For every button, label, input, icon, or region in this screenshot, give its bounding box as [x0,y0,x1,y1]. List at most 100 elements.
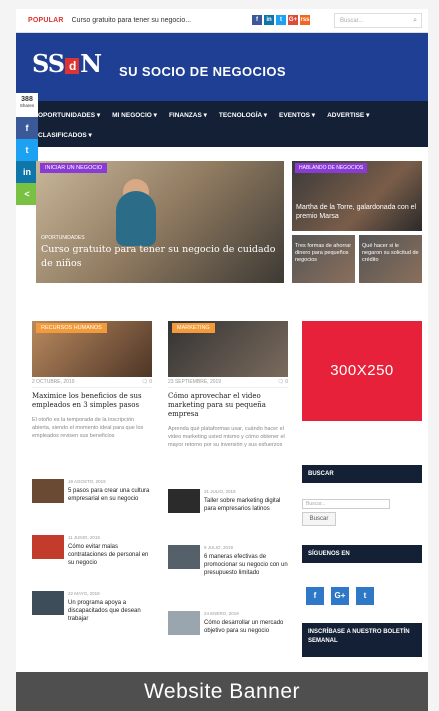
facebook-icon[interactable]: f [306,587,324,605]
site-header: SS d N SU SOCIO DE NEGOCIOS [16,33,428,101]
list-item-thumb [168,611,200,635]
nav-item-r1-0[interactable]: OPORTUNIDADES ▾ [38,111,100,119]
popular-ticker-link[interactable]: Curso gratuito para tener su negocio... [72,17,191,24]
caption-banner: Website Banner [16,672,428,711]
comment-count: 🗨 0 [277,379,288,385]
list-item-date: 22 MAYO, 2019 [68,591,100,596]
nav-item-r1-5[interactable]: ADVERTISE ▾ [327,111,369,119]
side-category-badge[interactable]: HABLANDO DE NEGOCIOS [295,163,368,173]
nav-item-r1-3[interactable]: TECNOLOGÍA ▾ [219,111,267,119]
list-item-thumb [32,591,64,615]
sidebar-search-button[interactable]: Buscar [302,512,336,526]
article-excerpt: Aprenda qué plataformas usar, cuándo hac… [168,426,285,448]
list-item-thumb [168,545,200,569]
list-item-title[interactable]: Cómo evitar malas contrataciones de pers… [68,543,156,567]
share-count-label: Shares [19,103,35,108]
list-item-title[interactable]: Taller sobre marketing digital para empr… [204,497,292,513]
article-title[interactable]: Maximice los beneficios de sus empleados… [32,392,152,410]
article-date: 2 OCTUBRE, 2019 [32,379,75,385]
list-item-title[interactable]: 5 pasos para crear una cultura empresari… [68,487,156,503]
side-small-article-2[interactable]: Qué hacer si le negaron su solicitud de … [359,235,422,283]
popular-label: POPULAR [28,17,64,24]
article-title[interactable]: Cómo aprovechar el video marketing para … [168,392,288,419]
twitter-icon[interactable]: t [16,139,38,161]
linkedin-icon[interactable]: in [16,161,38,183]
logo-text-right: N [80,49,102,78]
twitter-icon[interactable]: t [356,587,374,605]
side-featured-article[interactable]: HABLANDO DE NEGOCIOS Martha de la Torre,… [292,161,422,231]
list-item[interactable]: 31 JULIO, 2019 Taller sobre marketing di… [168,489,292,529]
top-search-input[interactable]: Buscar... ⌕ [334,13,422,28]
logo-text-left: SS [32,49,65,78]
nav-row-1: OPORTUNIDADES ▾ MI NEGOCIO ▾ FINANZAS ▾ TEC… [38,111,369,119]
list-item-thumb [32,535,64,559]
hero-title[interactable]: Curso gratuito para tener su negocio de … [41,243,277,271]
google-plus-icon[interactable]: G+ [331,587,349,605]
linkedin-icon[interactable]: in [264,15,274,25]
list-item-title[interactable]: Un programa apoya a discapacitados que d… [68,599,156,623]
share-icon[interactable]: < [16,183,38,205]
newsletter-widget-heading: INSCRÍBASE A NUESTRO BOLETÍN SEMANAL [302,623,422,657]
search-icon[interactable]: ⌕ [413,14,417,28]
comment-count-value: 0 [285,379,288,385]
list-item-thumb [32,479,64,503]
side-small-title-2[interactable]: Qué hacer si le negaron su solicitud de … [362,243,420,264]
main-nav: OPORTUNIDADES ▾ MI NEGOCIO ▾ FINANZAS ▾ TEC… [16,101,428,147]
article-meta: 23 SEPTIEMBRE, 2019 🗨 0 [168,379,288,388]
hero-image-child-body [116,191,156,246]
top-bar: POPULAR Curso gratuito para tener su neg… [16,9,428,33]
share-count-value: 388 [21,96,33,103]
article-thumb-1[interactable]: RECURSOS HUMANOS [32,321,152,377]
list-item[interactable]: 22 MAYO, 2019 Un programa apoya a discap… [32,591,156,631]
list-item[interactable]: 9 JULIO, 2019 6 maneras efectivas de pro… [168,545,292,585]
list-item-title[interactable]: 6 maneras efectivas de promocionar su ne… [204,553,292,577]
ad-banner-300x250[interactable]: 300X250 [302,321,422,421]
article-thumb-2[interactable]: MARKETING [168,321,288,377]
list-item-date: 19 AGOSTO, 2019 [68,479,106,484]
nav-item-r2-0[interactable]: CLASIFICADOS ▾ [38,131,92,139]
site-logo[interactable]: SS d N [32,49,102,78]
article-category-badge[interactable]: RECURSOS HUMANOS [36,323,107,333]
list-item[interactable]: 24 ENERO, 2019 Cómo desarrollar un merca… [168,611,292,651]
article-excerpt: El otoño es la temporada de la inscripci… [32,417,144,439]
follow-widget-heading: SÍGUENOS EN [302,545,422,563]
list-item[interactable]: 19 AGOSTO, 2019 5 pasos para crear una c… [32,479,156,519]
list-item-date: 9 JULIO, 2019 [204,545,234,550]
share-count: 388 Shares [16,93,38,117]
website-frame: POPULAR Curso gratuito para tener su neg… [16,9,428,681]
hero-category-badge[interactable]: INICIAR UN NEGOCIO [40,163,108,173]
nav-item-r1-4[interactable]: EVENTOS ▾ [279,111,315,119]
list-item-date: 31 JULIO, 2019 [204,489,236,494]
hero-featured-article[interactable]: INICIAR UN NEGOCIO OPORTUNIDADES Curso g… [36,161,284,283]
logo-text-mid: d [65,57,80,74]
rss-icon[interactable]: rss [300,15,310,25]
facebook-icon[interactable]: f [252,15,262,25]
nav-item-r1-1[interactable]: MI NEGOCIO ▾ [112,111,157,119]
list-item[interactable]: 11 JUNIO, 2019 Cómo evitar malas contrat… [32,535,156,575]
side-small-title-1[interactable]: Tres formas de ahorrar dinero para peque… [295,243,353,264]
site-tagline: SU SOCIO DE NEGOCIOS [119,64,286,79]
top-search-placeholder: Buscar... [340,18,364,24]
article-category-badge[interactable]: MARKETING [172,323,215,333]
top-social-icons: f in t G+ rss [252,15,310,25]
facebook-icon[interactable]: f [16,117,38,139]
search-widget-heading: BUSCAR [302,465,422,483]
google-plus-icon[interactable]: G+ [288,15,298,25]
article-card-2: MARKETING 23 SEPTIEMBRE, 2019 🗨 0 Cómo a… [168,321,288,449]
side-featured-title[interactable]: Martha de la Torre, galardonada con el p… [296,203,420,221]
comment-count: 🗨 0 [141,379,152,385]
sidebar-search-input[interactable]: Buscar... [302,499,390,509]
twitter-icon[interactable]: t [276,15,286,25]
article-meta: 2 OCTUBRE, 2019 🗨 0 [32,379,152,388]
comment-count-value: 0 [149,379,152,385]
list-item-thumb [168,489,200,513]
nav-item-r1-2[interactable]: FINANZAS ▾ [169,111,207,119]
nav-row-2: CLASIFICADOS ▾ [38,131,92,139]
article-card-1: RECURSOS HUMANOS 2 OCTUBRE, 2019 🗨 0 Max… [32,321,152,440]
side-small-article-1[interactable]: Tres formas de ahorrar dinero para peque… [292,235,355,283]
share-rail: 388 Shares f t in < [16,93,38,205]
list-item-date: 11 JUNIO, 2019 [68,535,100,540]
article-date: 23 SEPTIEMBRE, 2019 [168,379,222,385]
page: POPULAR Curso gratuito para tener su neg… [0,0,439,711]
list-item-title[interactable]: Cómo desarrollar un mercado objetivo par… [204,619,292,635]
